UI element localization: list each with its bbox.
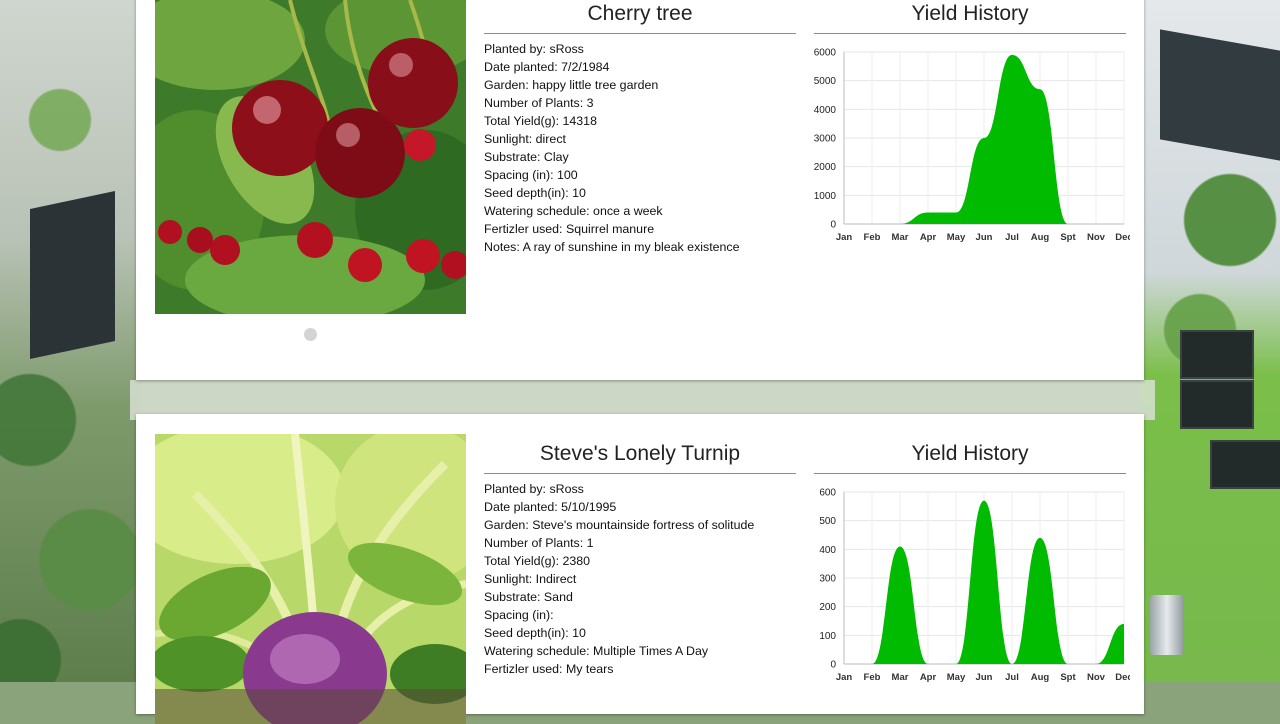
field-watering-schedule: Watering schedule: Multiple Times A Day <box>484 644 709 658</box>
x-tick-label: Jul <box>1005 672 1019 683</box>
x-tick-label: May <box>947 232 966 243</box>
x-tick-label: Mar <box>892 672 909 683</box>
plant-name: Cherry tree <box>484 0 796 34</box>
field-total-yield: Total Yield(g): 2380 <box>484 554 591 568</box>
x-tick-label: Aug <box>1031 232 1050 243</box>
field-seed-depth: Seed depth(in): 10 <box>484 626 586 640</box>
field-fertilizer: Fertizler used: Squirrel manure <box>484 222 655 236</box>
y-tick-label: 500 <box>819 516 836 527</box>
field-garden: Garden: happy little tree garden <box>484 78 659 92</box>
field-seed-depth: Seed depth(in): 10 <box>484 186 586 200</box>
x-tick-label: Nov <box>1087 232 1106 243</box>
yield-history-panel: Yield History 0 100 200 300 400 500 600 Jan Feb M… <box>814 440 1130 718</box>
y-tick-label: 200 <box>819 602 836 613</box>
y-tick-label: 1000 <box>814 191 837 202</box>
x-tick-label: Feb <box>864 672 881 683</box>
plant-card: Cherry tree Planted by: sRoss Date plant… <box>136 0 1144 380</box>
field-planted-by: Planted by: sRoss <box>484 482 584 496</box>
field-notes: Notes: A ray of sunshine in my bleak exi… <box>484 240 740 254</box>
x-tick-label: Jun <box>976 232 993 243</box>
plant-card: Steve's Lonely Turnip Planted by: sRoss … <box>136 414 1144 724</box>
background-left-foliage <box>0 0 140 682</box>
plant-name: Steve's Lonely Turnip <box>484 440 796 474</box>
x-tick-label: Spt <box>1060 672 1076 683</box>
background-right-terrace <box>1140 0 1280 682</box>
field-spacing: Spacing (in): <box>484 608 554 622</box>
y-tick-label: 600 <box>819 488 836 499</box>
y-tick-label: 6000 <box>814 48 837 59</box>
field-planted-by: Planted by: sRoss <box>484 42 584 56</box>
cherry-image <box>155 0 466 314</box>
x-tick-label: Nov <box>1087 672 1106 683</box>
turnip-image <box>155 434 466 724</box>
y-tick-label: 400 <box>819 545 836 556</box>
field-list: Planted by: sRoss Date planted: 5/10/199… <box>484 480 796 678</box>
field-number-of-plants: Number of Plants: 1 <box>484 536 594 550</box>
field-sunlight: Sunlight: direct <box>484 132 566 146</box>
y-tick-label: 0 <box>830 220 836 231</box>
x-tick-label: Feb <box>864 232 881 243</box>
carousel-dot[interactable] <box>304 328 317 341</box>
x-tick-label: Jan <box>836 672 853 683</box>
chart-title: Yield History <box>814 0 1126 34</box>
x-tick-label: Jan <box>836 232 853 243</box>
x-tick-label: Dec <box>1115 672 1130 683</box>
field-date-planted: Date planted: 7/2/1984 <box>484 60 610 74</box>
field-spacing: Spacing (in): 100 <box>484 168 578 182</box>
chart-title: Yield History <box>814 440 1126 474</box>
yield-history-panel: Yield History 0 1000 2000 3000 4000 5000 6000 J… <box>814 0 1130 278</box>
y-tick-label: 300 <box>819 574 836 585</box>
field-watering-schedule: Watering schedule: once a week <box>484 204 663 218</box>
field-date-planted: Date planted: 5/10/1995 <box>484 500 617 514</box>
y-tick-label: 5000 <box>814 76 837 87</box>
field-sunlight: Sunlight: Indirect <box>484 572 577 586</box>
y-tick-label: 3000 <box>814 134 837 145</box>
plant-info: Steve's Lonely Turnip Planted by: sRoss … <box>484 440 796 678</box>
field-list: Planted by: sRoss Date planted: 7/2/1984… <box>484 40 796 256</box>
x-tick-label: Apr <box>920 232 937 243</box>
plant-photo-turnip[interactable] <box>155 434 466 724</box>
plant-photo-cherry[interactable] <box>155 0 466 314</box>
x-tick-label: May <box>947 672 966 683</box>
x-tick-label: Aug <box>1031 672 1050 683</box>
field-substrate: Substrate: Sand <box>484 590 573 604</box>
yield-area-series <box>844 500 1124 664</box>
yield-history-chart: 0 100 200 300 400 500 600 Jan Feb Mar Apr May Jun Jul… <box>819 488 1130 684</box>
x-tick-label: Dec <box>1115 232 1130 243</box>
field-number-of-plants: Number of Plants: 3 <box>484 96 594 110</box>
field-fertilizer: Fertizler used: My tears <box>484 662 614 676</box>
field-substrate: Substrate: Clay <box>484 150 569 164</box>
y-tick-label: 2000 <box>814 162 837 173</box>
y-tick-label: 4000 <box>814 105 837 116</box>
plant-info: Cherry tree Planted by: sRoss Date plant… <box>484 0 796 256</box>
y-tick-label: 100 <box>819 631 836 642</box>
x-tick-label: Jun <box>976 672 993 683</box>
x-tick-label: Jul <box>1005 232 1019 243</box>
field-total-yield: Total Yield(g): 14318 <box>484 114 597 128</box>
x-tick-label: Spt <box>1060 232 1076 243</box>
x-tick-label: Mar <box>892 232 909 243</box>
y-tick-label: 0 <box>830 660 836 671</box>
yield-history-chart: 0 1000 2000 3000 4000 5000 6000 Jan Feb Mar Apr May… <box>814 48 1130 244</box>
x-tick-label: Apr <box>920 672 937 683</box>
field-garden: Garden: Steve's mountainside fortress of… <box>484 518 755 532</box>
